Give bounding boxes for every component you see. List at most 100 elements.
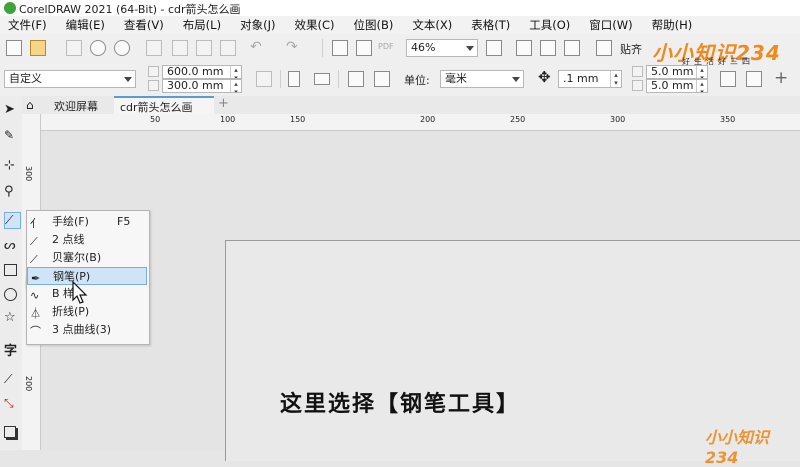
ruler-tick-label: 250 (510, 115, 526, 124)
page-width-icon (148, 66, 159, 77)
current-page-icon[interactable] (374, 71, 390, 87)
duplicate-x-icon (632, 66, 643, 77)
show-guidelines-icon[interactable] (564, 40, 580, 56)
title-bar: CorelDRAW 2021 (64-Bit) - cdr箭头怎么画 (0, 0, 800, 16)
snap-off-icon[interactable] (596, 40, 612, 56)
new-document-icon[interactable] (6, 40, 22, 56)
all-pages-icon[interactable] (348, 71, 364, 87)
menu-file[interactable]: 文件(F) (0, 17, 58, 33)
menu-table[interactable]: 表格(T) (463, 17, 521, 33)
tab-active-document-label: cdr箭头怎么画 (120, 101, 193, 114)
flyout-item-label: 2 点线 (52, 233, 85, 246)
toolbar-separator (322, 39, 323, 57)
redo-icon[interactable]: ↷ (286, 39, 298, 55)
home-icon[interactable]: ⌂ (26, 98, 34, 112)
watermark-tagline-char: 生 (694, 57, 706, 66)
curve-tools-flyout: ⺅ 手绘(F) F5 ⟋ 2 点线 ⟋ 贝塞尔(B) ✒ 钢笔(P) ∿ B 样… (26, 210, 150, 345)
menu-text[interactable]: 文本(X) (404, 17, 463, 33)
tab-active-document[interactable]: cdr箭头怎么画 (114, 96, 214, 114)
paste-icon[interactable] (220, 40, 236, 56)
menu-effects[interactable]: 效果(C) (286, 17, 345, 33)
save-icon[interactable] (66, 40, 82, 56)
flyout-item-freehand[interactable]: ⺅ 手绘(F) F5 (27, 213, 147, 231)
menu-object[interactable]: 对象(J) (232, 17, 286, 33)
page-width-field[interactable]: 600.0 mm ▴ ▾ (162, 65, 242, 79)
flyout-item-label: 手绘(F) (52, 215, 89, 228)
snap-to-label[interactable]: 贴齐 (620, 41, 642, 57)
drop-shadow-icon[interactable] (4, 426, 16, 438)
undo-icon[interactable]: ↶ (250, 39, 262, 55)
show-grid-icon[interactable] (540, 40, 556, 56)
add-icon[interactable]: + (774, 68, 788, 88)
spinner-icon[interactable]: ▴ ▾ (230, 80, 241, 92)
spinner-icon[interactable]: ▴ ▾ (696, 80, 707, 92)
menu-bitmaps[interactable]: 位图(B) (345, 17, 404, 33)
zoom-level-combo[interactable]: 46% (406, 39, 478, 57)
menu-view[interactable]: 查看(V) (116, 17, 175, 33)
spinner-icon[interactable]: ▴ ▾ (696, 66, 707, 78)
watermark-tagline: 好生活好三四 (682, 56, 754, 67)
cloud-download-icon[interactable] (114, 40, 130, 56)
flyout-item-2-point-line[interactable]: ⟋ 2 点线 (27, 231, 147, 249)
artistic-media-icon[interactable]: ᔕ (4, 238, 19, 253)
horizontal-ruler[interactable]: 50 100 150 200 250 300 350 (40, 114, 800, 131)
cloud-upload-icon[interactable] (90, 40, 106, 56)
units-combo[interactable]: 毫米 (440, 70, 524, 88)
pick-tool-icon[interactable]: ➤ (4, 102, 19, 117)
rectangle-tool-icon[interactable] (4, 264, 17, 276)
ruler-tick-label: 200 (420, 115, 436, 124)
polygon-tool-icon[interactable]: ☆ (4, 310, 19, 325)
tutorial-caption: 这里选择【钢笔工具】 (279, 392, 520, 417)
spinner-icon[interactable]: ▴ ▾ (230, 66, 241, 78)
polyline-icon: ⏃ (30, 307, 41, 320)
duplicate-y-field[interactable]: 5.0 mm ▴ ▾ (646, 79, 708, 93)
export-icon[interactable] (356, 40, 372, 56)
spinner-icon[interactable]: ▴ ▾ (610, 71, 621, 87)
page-preset-combo[interactable]: 自定义 (4, 70, 136, 88)
shape-tool-icon[interactable]: ✎ (4, 128, 19, 143)
options-icon[interactable] (746, 71, 762, 87)
duplicate-x-field[interactable]: 5.0 mm ▴ ▾ (646, 65, 708, 79)
watermark-tagline-char: 好 (718, 57, 730, 66)
show-rulers-icon[interactable] (516, 40, 532, 56)
menu-window[interactable]: 窗口(W) (581, 17, 643, 33)
copy-icon[interactable] (196, 40, 212, 56)
print-icon[interactable] (146, 40, 162, 56)
page-height-value: 300.0 mm (167, 79, 224, 92)
menu-layout[interactable]: 布局(L) (175, 17, 232, 33)
parallel-dimension-icon[interactable]: ⟋ (4, 372, 19, 387)
open-folder-icon[interactable] (30, 40, 46, 56)
watermark-tagline-char: 活 (706, 57, 718, 66)
landscape-icon[interactable] (314, 73, 330, 85)
window-title: CorelDRAW 2021 (64-Bit) - cdr箭头怎么画 (19, 3, 241, 16)
menu-help[interactable]: 帮助(H) (644, 17, 704, 33)
tab-welcome-screen[interactable]: 欢迎屏幕 (54, 98, 98, 114)
mouse-pointer-icon (72, 280, 88, 304)
flyout-item-label: 贝塞尔(B) (52, 251, 102, 264)
cut-icon[interactable] (172, 40, 188, 56)
page-height-field[interactable]: 300.0 mm ▴ ▾ (162, 79, 242, 93)
add-tab-icon[interactable]: + (218, 96, 229, 111)
publish-pdf-icon[interactable]: PDF (378, 42, 394, 51)
menu-tools[interactable]: 工具(O) (521, 17, 581, 33)
flyout-item-3-point-curve[interactable]: ⌒ 3 点曲线(3) (27, 321, 147, 339)
full-screen-icon[interactable] (486, 40, 502, 56)
freehand-tool-icon[interactable]: ⟋ (4, 212, 21, 229)
flyout-item-bezier[interactable]: ⟋ 贝塞尔(B) (27, 249, 147, 267)
page-height-icon (148, 80, 159, 91)
nudge-distance-field[interactable]: .1 mm ▴ ▾ (558, 70, 622, 88)
nudge-icon: ✥ (538, 68, 551, 86)
text-tool-icon[interactable]: 字 (4, 340, 19, 359)
portrait-icon[interactable] (288, 71, 300, 87)
crop-tool-icon[interactable]: ⊹ (4, 158, 19, 173)
page-all-icon[interactable] (256, 71, 272, 87)
import-icon[interactable] (332, 40, 348, 56)
ellipse-tool-icon[interactable] (4, 288, 17, 301)
nudge-distance-value: .1 mm (563, 72, 599, 85)
zoom-tool-icon[interactable]: ⚲ (4, 184, 19, 199)
flyout-item-shortcut: F5 (117, 215, 131, 228)
draw-scale-icon[interactable] (720, 71, 736, 87)
menu-edit[interactable]: 编辑(E) (58, 17, 116, 33)
zoom-level-value: 46% (411, 41, 436, 54)
pen-icon: ✒ (31, 272, 41, 285)
